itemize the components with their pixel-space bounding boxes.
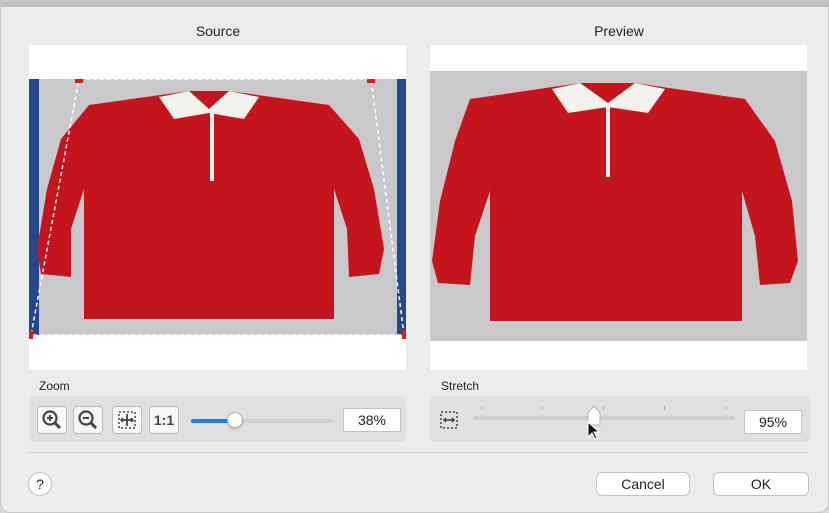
zoom-value-field[interactable]: 38% [343, 408, 401, 432]
fit-to-window-icon [118, 411, 136, 429]
preview-panel [430, 45, 807, 370]
zoom-bar: 1:1 38% [29, 396, 406, 442]
mouse-cursor-icon [587, 421, 601, 440]
stretch-tick [542, 406, 543, 410]
preview-title: Preview [594, 23, 644, 39]
source-photo [29, 79, 406, 335]
zoom-slider-knob[interactable] [227, 412, 244, 428]
zoom-label: Zoom [39, 379, 70, 393]
actual-size-button[interactable]: 1:1 [149, 406, 179, 434]
zoom-in-button[interactable] [37, 406, 67, 434]
stretch-label: Stretch [441, 379, 480, 393]
stretch-tick [481, 406, 482, 410]
cancel-button[interactable]: Cancel [596, 472, 690, 496]
window-top-edge [1, 1, 829, 7]
source-panel[interactable] [29, 45, 406, 370]
crop-handle-bottom-left[interactable] [29, 331, 33, 339]
zoom-out-button[interactable] [73, 406, 103, 434]
zoom-in-icon [42, 410, 62, 430]
stretch-tick [603, 406, 604, 410]
ok-button[interactable]: OK [713, 472, 809, 496]
fit-to-window-button[interactable] [112, 406, 142, 434]
perspective-dialog: Source Preview Zoom 1:1 38% Stretch 95% … [0, 0, 829, 513]
stretch-slider-track[interactable] [473, 405, 735, 426]
preview-photo [430, 71, 807, 341]
stretch-icon [440, 411, 458, 429]
source-title: Source [195, 23, 241, 39]
zoom-out-icon [78, 410, 98, 430]
footer-divider [28, 452, 809, 453]
stretch-tick [726, 406, 727, 410]
crop-handle-bottom-right[interactable] [402, 331, 406, 339]
help-button[interactable]: ? [28, 472, 52, 496]
stretch-bar: 95% [430, 396, 810, 442]
zoom-slider-track[interactable] [191, 412, 333, 428]
stretch-value-field[interactable]: 95% [744, 410, 802, 434]
stretch-tick [664, 406, 665, 410]
